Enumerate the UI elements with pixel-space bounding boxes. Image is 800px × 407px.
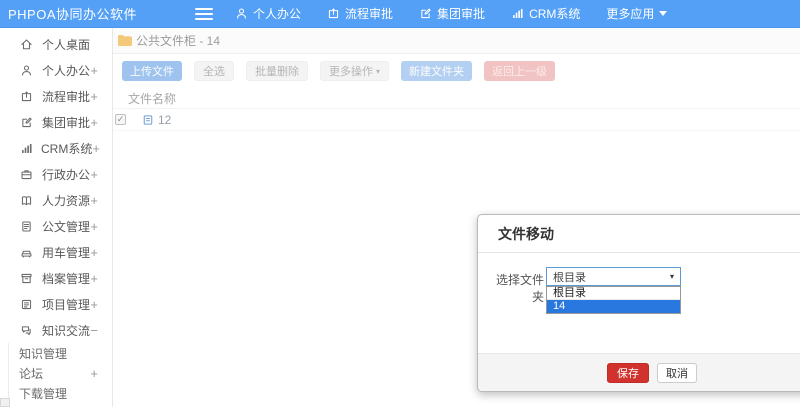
sidebar-item-document-mgmt[interactable]: 公文管理 +	[0, 213, 112, 239]
expand-plus[interactable]: +	[90, 89, 98, 104]
knowledge-submenu: 知识管理 论坛 + 下载管理 公共文件柜	[8, 343, 112, 407]
caret-down-icon	[659, 11, 668, 16]
home-icon	[20, 37, 34, 51]
dialog-footer: 保存 取消	[478, 353, 800, 391]
expand-plus[interactable]: +	[90, 366, 98, 381]
book-icon	[20, 193, 34, 207]
sidebar-item-project-mgmt[interactable]: 项目管理 +	[0, 291, 112, 317]
top-nav: 个人办公 流程审批 集团审批 CRM系统 更多应用	[235, 5, 668, 22]
select-all-button[interactable]: 全选	[194, 61, 234, 81]
sidebar-subitem-knowledge-mgmt[interactable]: 知识管理	[9, 343, 112, 363]
expand-plus[interactable]: +	[90, 167, 98, 182]
dialog-body: 选择文件夹 根目录 ▾ 根目录 14	[478, 253, 800, 354]
doc-icon	[20, 219, 34, 233]
sidebar-subitem-public-cabinet[interactable]: 公共文件柜	[9, 403, 112, 407]
upload-icon	[20, 89, 34, 103]
back-up-level-button[interactable]: 返回上一级	[484, 61, 556, 81]
table-header: 文件名称	[113, 88, 800, 109]
expand-plus[interactable]: +	[90, 193, 98, 208]
edit-icon	[419, 7, 432, 20]
sidebar-item-workflow[interactable]: 流程审批 +	[0, 83, 112, 109]
edit-icon	[20, 115, 34, 129]
toolbar: 上传文件 全选 批量删除 更多操作 ▾ 新建文件夹 返回上一级	[113, 54, 800, 88]
selected-value: 根目录	[553, 271, 586, 284]
row-checkbox[interactable]: ✓	[115, 114, 126, 125]
expand-plus[interactable]: +	[92, 141, 100, 156]
topnav-crm[interactable]: CRM系统	[511, 5, 580, 22]
archive-icon	[20, 271, 34, 285]
file-move-dialog: 文件移动 选择文件夹 根目录 ▾ 根目录 14 保存 取消	[477, 214, 800, 392]
upload-icon	[327, 7, 340, 20]
topnav-more-apps[interactable]: 更多应用	[606, 5, 668, 22]
project-icon	[20, 297, 34, 311]
sidebar-item-archive-mgmt[interactable]: 档案管理 +	[0, 265, 112, 291]
topnav-personal-office[interactable]: 个人办公	[235, 5, 301, 22]
chat-icon	[20, 323, 34, 337]
new-folder-button[interactable]: 新建文件夹	[401, 61, 473, 81]
column-header-filename: 文件名称	[128, 91, 177, 106]
sidebar-item-group-approval[interactable]: 集团审批 +	[0, 109, 112, 135]
topnav-workflow-approval[interactable]: 流程审批	[327, 5, 393, 22]
folder-icon	[118, 35, 132, 46]
topnav-group-approval[interactable]: 集团审批	[419, 5, 485, 22]
cancel-button[interactable]: 取消	[657, 363, 697, 383]
menu-toggle-icon[interactable]	[195, 7, 214, 20]
topbar: PHPOA协同办公软件 个人办公 流程审批 集团审批 CRM系统 更多应用	[0, 0, 800, 28]
expand-plus[interactable]: +	[90, 115, 98, 130]
sidebar-item-personal-office[interactable]: 个人办公 +	[0, 57, 112, 83]
topnav-label: 个人办公	[253, 7, 302, 21]
sidebar-item-knowledge[interactable]: 知识交流 −	[0, 317, 112, 343]
option-root-directory[interactable]: 根目录	[547, 287, 680, 300]
caret-down-icon: ▾	[376, 66, 381, 76]
topnav-label: 集团审批	[437, 7, 486, 21]
file-icon	[142, 114, 154, 126]
briefcase-icon	[20, 167, 34, 181]
topnav-label: 流程审批	[345, 7, 394, 21]
car-icon	[20, 245, 34, 259]
batch-delete-button[interactable]: 批量删除	[246, 61, 308, 81]
expand-plus[interactable]: +	[90, 271, 98, 286]
sidebar-item-desktop[interactable]: 个人桌面	[0, 31, 112, 57]
option-14[interactable]: 14	[547, 300, 680, 313]
expand-plus[interactable]: +	[90, 63, 98, 78]
sidebar-item-vehicle-mgmt[interactable]: 用车管理 +	[0, 239, 112, 265]
sidebar-item-admin-office[interactable]: 行政办公 +	[0, 161, 112, 187]
topnav-label: 更多应用	[606, 7, 655, 21]
breadcrumb: 公共文件柜 - 14	[113, 28, 800, 54]
scroll-corner-fragment	[0, 398, 10, 407]
upload-file-button[interactable]: 上传文件	[122, 61, 182, 81]
sidebar-item-hr[interactable]: 人力资源 +	[0, 187, 112, 213]
sidebar-subitem-download-mgmt[interactable]: 下载管理	[9, 383, 112, 403]
breadcrumb-text: 公共文件柜 - 14	[136, 34, 221, 48]
sidebar-subitem-forum[interactable]: 论坛 +	[9, 363, 112, 383]
folder-select-dropdown: 根目录 14	[546, 286, 681, 314]
select-folder-label: 选择文件夹	[496, 273, 545, 304]
folder-select[interactable]: 根目录 ▾	[546, 267, 681, 286]
expand-plus[interactable]: +	[90, 219, 98, 234]
more-actions-button[interactable]: 更多操作 ▾	[320, 61, 390, 81]
dialog-title: 文件移动	[478, 215, 800, 253]
table-row[interactable]: ✓ 12	[113, 109, 800, 131]
user-icon	[235, 7, 248, 20]
user-icon	[20, 63, 34, 77]
caret-down-icon: ▾	[669, 272, 674, 281]
chart-icon	[20, 141, 33, 155]
sidebar: 个人桌面 个人办公 + 流程审批 + 集团审批 + CRM系统 + 行政办公 +…	[0, 28, 113, 407]
expand-plus[interactable]: +	[90, 245, 98, 260]
sidebar-item-crm[interactable]: CRM系统 +	[0, 135, 112, 161]
save-button[interactable]: 保存	[607, 363, 649, 383]
app-logo: PHPOA协同办公软件	[8, 7, 138, 22]
topnav-label: CRM系统	[529, 7, 581, 21]
collapse-minus[interactable]: −	[90, 323, 98, 338]
expand-plus[interactable]: +	[90, 297, 98, 312]
file-name: 12	[158, 112, 172, 127]
chart-icon	[511, 7, 524, 20]
